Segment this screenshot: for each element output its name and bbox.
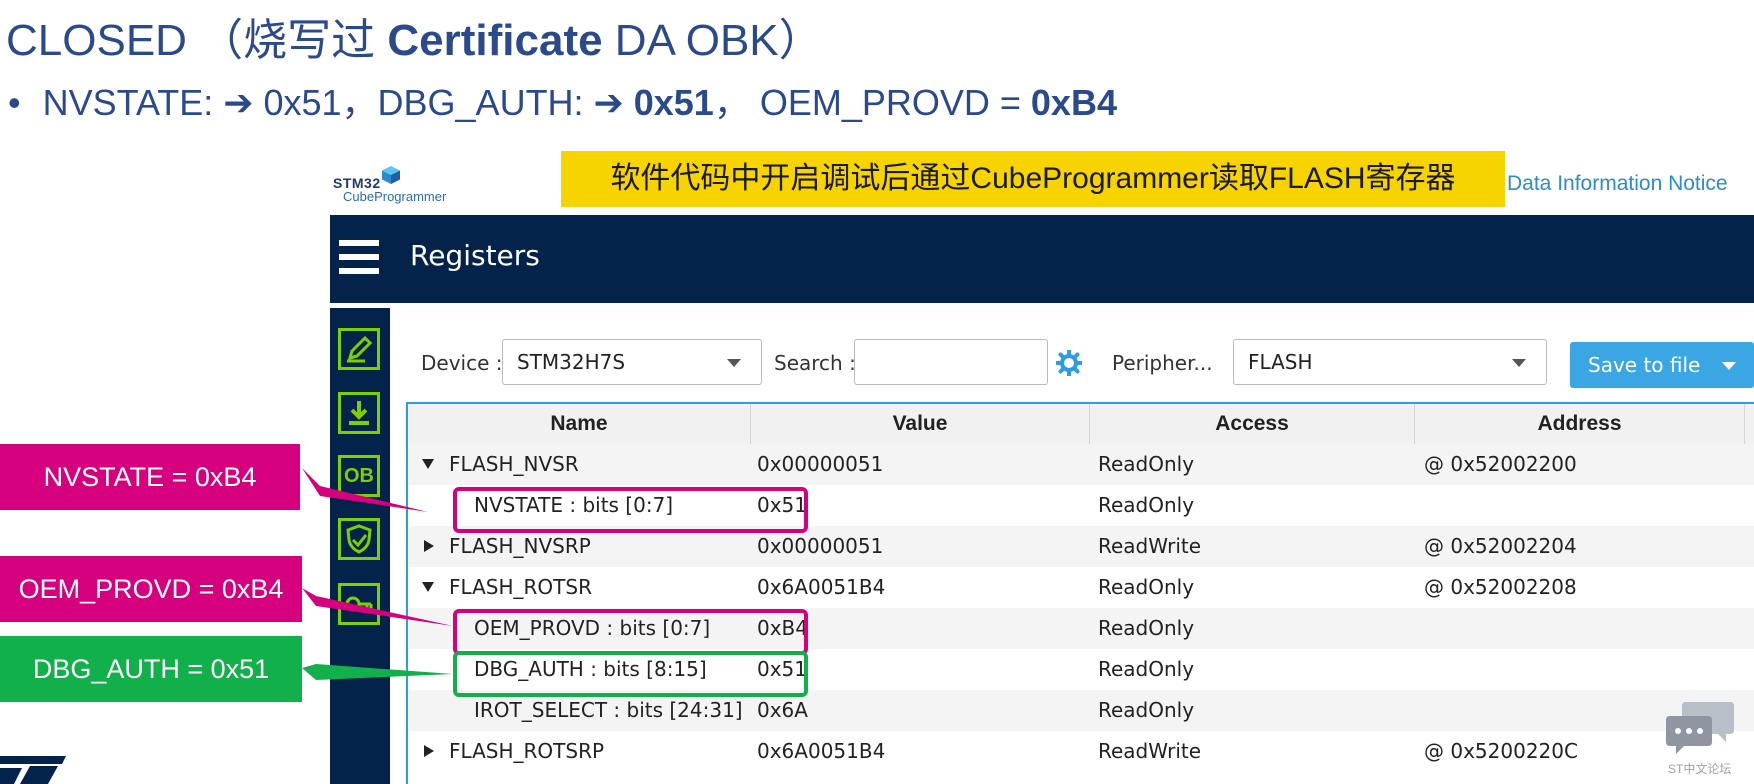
chat-forum-icon[interactable] — [1664, 700, 1736, 756]
callout-dbg-auth: DBG_AUTH = 0x51 — [0, 636, 302, 702]
callout-oem-provd: OEM_PROVD = 0xB4 — [0, 556, 302, 622]
forum-label: ST中文论坛 — [1668, 762, 1732, 776]
callout-nvstate: NVSTATE = 0xB4 — [0, 444, 300, 510]
st-logo-icon — [0, 756, 66, 784]
